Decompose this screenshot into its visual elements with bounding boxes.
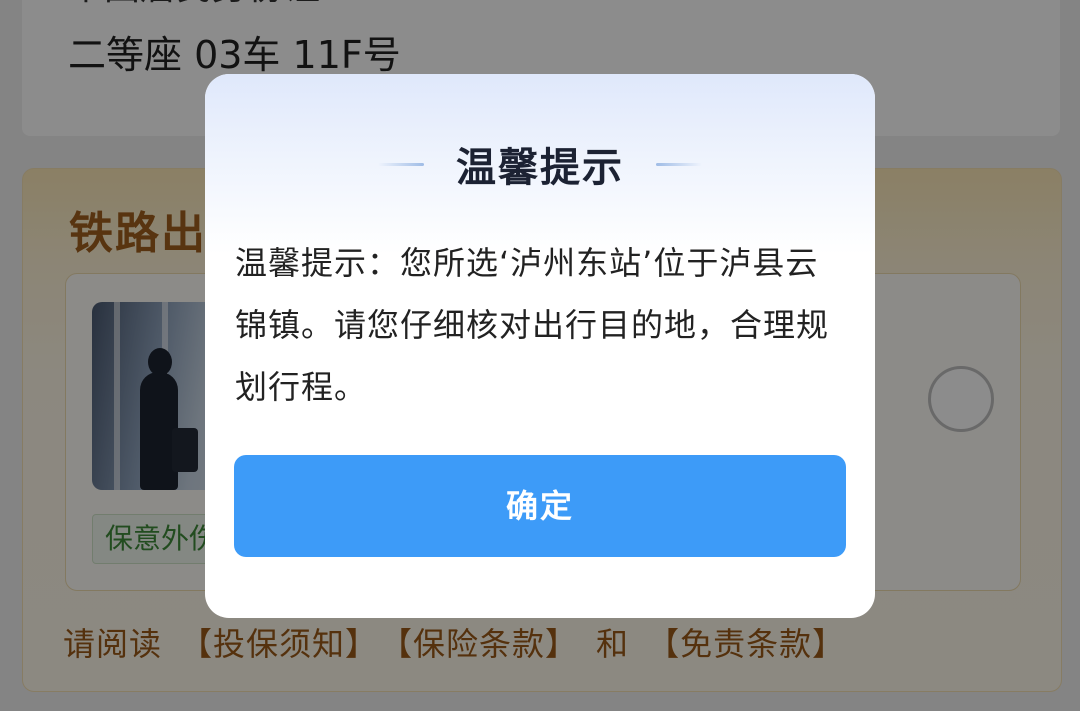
dialog-title: 温馨提示: [456, 145, 624, 191]
dialog-header: 温馨提示: [205, 136, 875, 192]
dialog-message: 温馨提示：您所选‘泸州东站’位于泸县云锦镇。请您仔细核对出行目的地，合理规划行程…: [235, 244, 830, 406]
title-decoration-right: [656, 162, 702, 166]
confirm-button[interactable]: 确定: [234, 455, 846, 557]
tip-dialog: 温馨提示 温馨提示：您所选‘泸州东站’位于泸县云锦镇。请您仔细核对出行目的地，合…: [205, 74, 875, 618]
title-decoration-left: [378, 162, 424, 166]
